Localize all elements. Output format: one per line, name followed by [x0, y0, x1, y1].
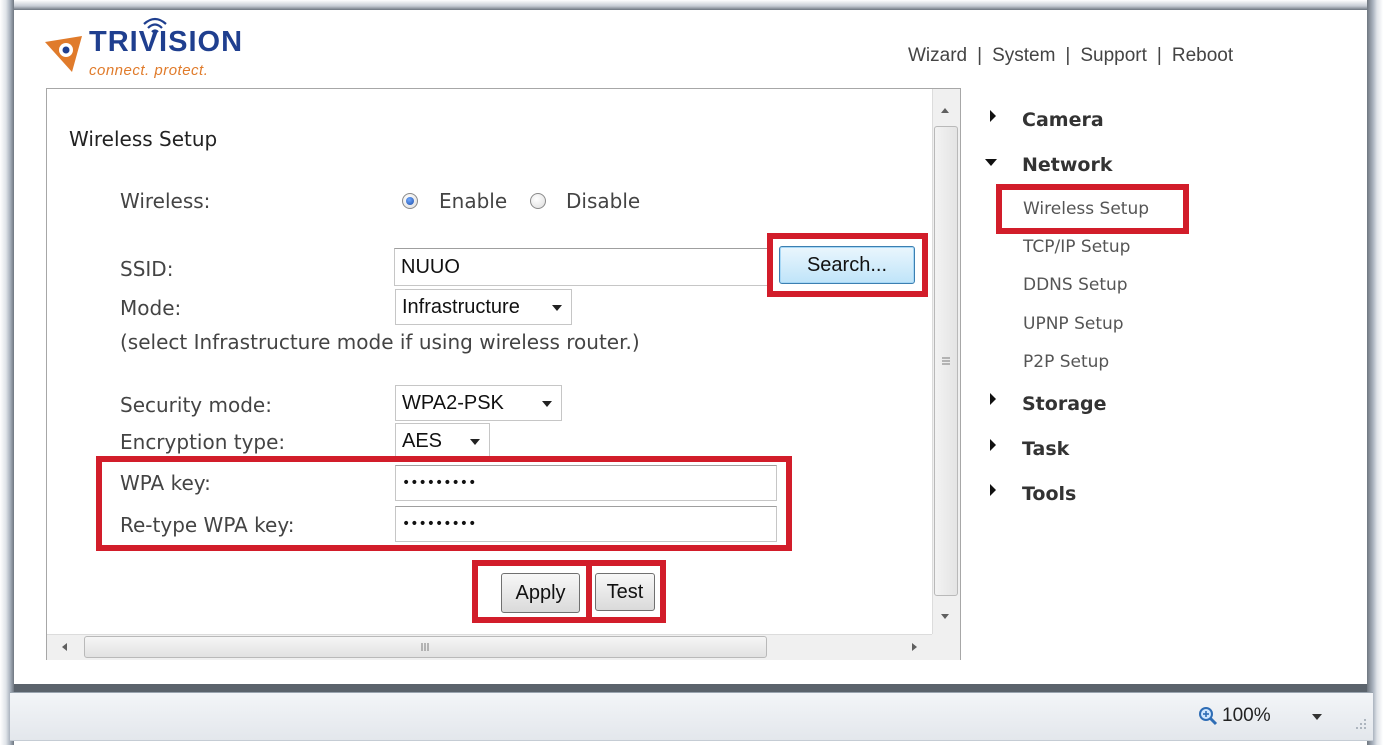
window-frame-bottom	[14, 684, 1367, 692]
scroll-up-icon[interactable]	[941, 108, 949, 113]
scrollbar-corner	[932, 634, 960, 660]
ssid-label: SSID:	[120, 257, 174, 281]
collapse-arrow-icon	[985, 159, 997, 166]
browser-status-bar	[10, 692, 1373, 741]
wireless-label: Wireless:	[120, 189, 211, 213]
menu-item-upnp-setup[interactable]: UPNP Setup	[1023, 314, 1124, 334]
test-button[interactable]: Test	[595, 573, 655, 611]
window-frame-left	[0, 0, 14, 745]
mode-hint: (select Infrastructure mode if using wir…	[120, 330, 640, 354]
ssid-input[interactable]: NUUO	[394, 248, 772, 286]
chevron-down-icon	[470, 439, 480, 445]
menu-item-p2p-setup[interactable]: P2P Setup	[1023, 352, 1109, 372]
nav-reboot-link[interactable]: Reboot	[1172, 45, 1233, 67]
scroll-right-icon[interactable]	[912, 643, 917, 651]
mode-select-value: Infrastructure	[402, 295, 520, 318]
wpa-key-label: WPA key:	[120, 471, 211, 495]
nav-support-link[interactable]: Support	[1080, 45, 1147, 67]
mode-select[interactable]: Infrastructure	[395, 289, 572, 325]
security-mode-select[interactable]: WPA2-PSK	[395, 385, 562, 421]
chevron-down-icon	[552, 305, 562, 311]
expand-arrow-icon	[990, 484, 996, 496]
page-title: Wireless Setup	[69, 127, 218, 151]
disable-label: Disable	[566, 189, 641, 213]
scroll-down-icon[interactable]	[941, 614, 949, 619]
expand-arrow-icon	[990, 110, 996, 122]
zoom-control[interactable]: 100%	[1198, 704, 1271, 728]
enable-label: Enable	[439, 189, 508, 213]
wpa-key-field[interactable]: •••••••••	[395, 465, 777, 501]
encryption-type-value: AES	[402, 429, 443, 452]
apply-button[interactable]: Apply	[501, 573, 580, 613]
scroll-grip-icon	[942, 357, 950, 365]
chevron-down-icon	[542, 401, 552, 407]
security-mode-value: WPA2-PSK	[402, 391, 504, 414]
retype-wpa-key-field[interactable]: •••••••••	[395, 506, 777, 542]
nav-wizard-link[interactable]: Wizard	[908, 45, 967, 67]
encryption-type-label: Encryption type:	[120, 430, 286, 454]
logo-mark-icon	[45, 36, 82, 72]
menu-camera[interactable]: Camera	[1022, 109, 1104, 131]
scroll-left-icon[interactable]	[62, 643, 67, 651]
trivision-logo: TRIVISION connect. protect.	[42, 17, 272, 82]
zoom-magnifier-icon	[1199, 707, 1218, 726]
menu-network[interactable]: Network	[1022, 154, 1112, 176]
wireless-enable-radio[interactable]	[402, 193, 418, 209]
chevron-down-icon[interactable]	[1312, 714, 1322, 720]
wireless-disable-radio[interactable]	[530, 193, 546, 209]
window-frame-top	[0, 0, 1383, 10]
top-navigation: Wizard | System | Support | Reboot	[908, 44, 1233, 68]
nav-separator: |	[1156, 45, 1162, 66]
menu-task[interactable]: Task	[1022, 438, 1069, 460]
logo-tagline: connect. protect.	[89, 62, 209, 79]
menu-storage[interactable]: Storage	[1022, 393, 1107, 415]
retype-wpa-key-label: Re-type WPA key:	[120, 513, 295, 537]
menu-item-tcpip-setup[interactable]: TCP/IP Setup	[1023, 237, 1130, 257]
menu-item-ddns-setup[interactable]: DDNS Setup	[1023, 275, 1128, 295]
nav-system-link[interactable]: System	[992, 45, 1055, 67]
security-mode-label: Security mode:	[120, 393, 272, 417]
search-button[interactable]: Search...	[779, 246, 915, 284]
menu-tools[interactable]: Tools	[1022, 483, 1076, 505]
nav-separator: |	[1065, 45, 1071, 66]
expand-arrow-icon	[990, 393, 996, 405]
window-frame-right	[1367, 0, 1383, 745]
scroll-grip-icon	[421, 643, 429, 651]
nav-separator: |	[977, 45, 983, 66]
mode-label: Mode:	[120, 296, 182, 320]
resize-grip-icon[interactable]	[1355, 716, 1367, 730]
logo-wordmark: TRIVISION	[89, 26, 244, 58]
menu-item-wireless-setup[interactable]: Wireless Setup	[1023, 199, 1149, 219]
zoom-level: 100%	[1222, 705, 1271, 726]
encryption-type-select[interactable]: AES	[395, 423, 490, 459]
expand-arrow-icon	[990, 439, 996, 451]
